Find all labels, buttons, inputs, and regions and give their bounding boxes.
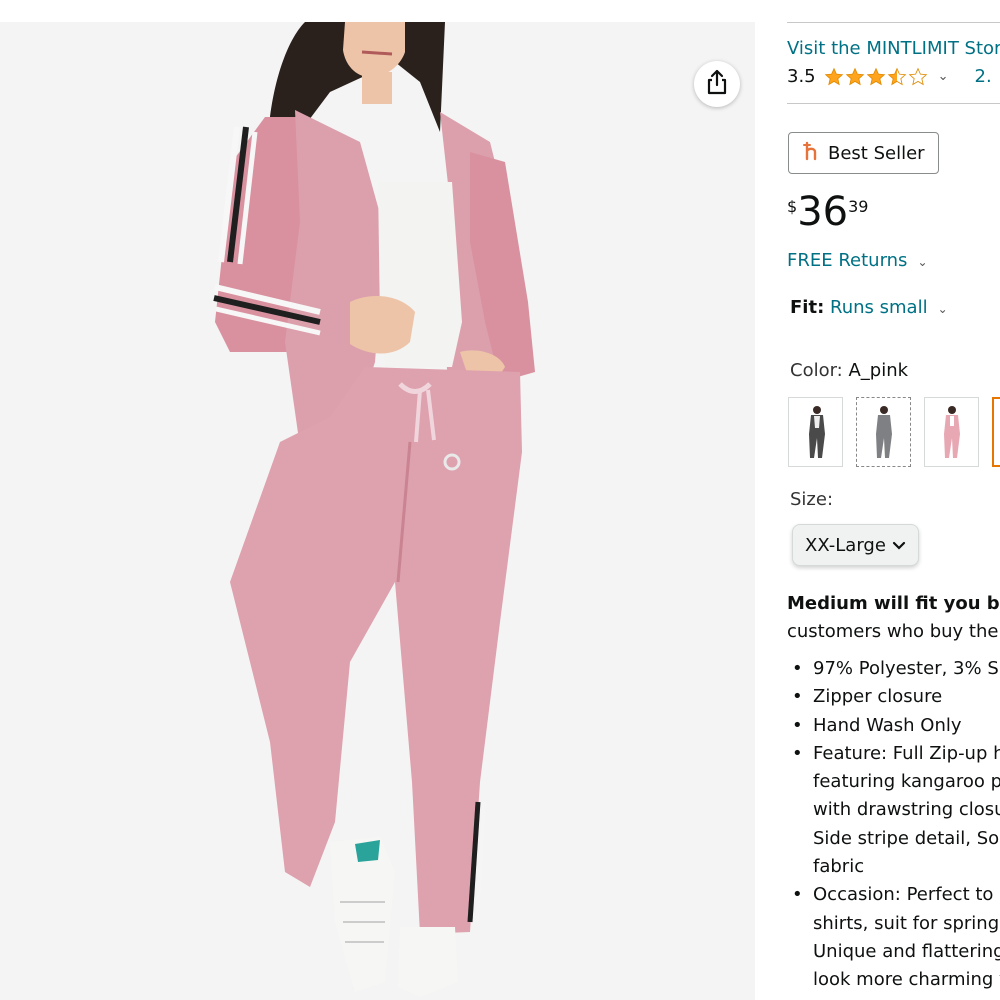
color-value: A_pink — [848, 360, 909, 381]
color-label: Color: — [790, 360, 843, 381]
size-label: Size: — [790, 489, 834, 510]
product-image-panel[interactable] — [0, 22, 755, 1000]
rating-row[interactable]: 3.5 ⌄ 2. — [787, 66, 992, 87]
size-recommendation: Medium will fit you bes customers who bu… — [787, 590, 1000, 646]
product-info-panel: Visit the MINTLIMIT Stor 3.5 ⌄ 2. Best S… — [755, 0, 1000, 1000]
price-whole: 36 — [797, 189, 849, 235]
chevron-down-icon: ⌄ — [937, 302, 948, 316]
color-selection: Color: A_pink — [790, 360, 908, 381]
chevron-down-icon — [892, 535, 906, 556]
price-fraction: 39 — [848, 197, 869, 216]
color-swatch-pink[interactable] — [924, 397, 979, 467]
list-item: Hand Wash Only — [787, 712, 1000, 741]
star-rating[interactable] — [824, 67, 928, 87]
star-full-icon — [866, 67, 885, 85]
star-half-icon — [887, 67, 906, 85]
handy-logo-icon — [802, 141, 820, 166]
divider — [787, 103, 1000, 104]
best-seller-badge[interactable]: Best Seller — [788, 132, 939, 174]
divider — [787, 22, 1000, 23]
rating-value: 3.5 — [787, 66, 816, 87]
color-swatch-selected[interactable] — [992, 397, 1000, 467]
fit-info[interactable]: Fit: Runs small ⌄ — [790, 297, 948, 318]
chevron-down-icon[interactable]: ⌄ — [938, 69, 949, 84]
rating-count-link[interactable]: 2. — [975, 66, 992, 87]
list-item: Zipper closure — [787, 683, 1000, 712]
color-swatch-dark-grey[interactable] — [788, 397, 843, 467]
list-item: Feature: Full Zip-up h featuring kangaro… — [787, 740, 1000, 881]
price-symbol: $ — [787, 197, 798, 216]
product-image[interactable] — [0, 22, 755, 1000]
chevron-down-icon: ⌄ — [917, 255, 928, 269]
star-empty-icon — [908, 67, 927, 85]
store-link[interactable]: Visit the MINTLIMIT Stor — [787, 38, 1000, 59]
free-returns-link[interactable]: FREE Returns ⌄ — [787, 250, 928, 271]
free-returns-label: FREE Returns — [787, 250, 908, 271]
size-selected-value: XX-Large — [805, 534, 886, 556]
star-full-icon — [845, 67, 864, 85]
share-button[interactable] — [694, 61, 740, 107]
price: $ 36 39 — [787, 190, 868, 234]
best-seller-label: Best Seller — [828, 142, 925, 164]
size-dropdown[interactable]: XX-Large — [792, 524, 919, 566]
color-swatches — [788, 397, 1000, 467]
fit-value: Runs small — [830, 297, 928, 318]
star-full-icon — [824, 67, 843, 85]
color-swatch-grey[interactable] — [856, 397, 911, 467]
list-item: 97% Polyester, 3% Sp — [787, 655, 1000, 684]
size-recommendation-bold: Medium will fit you bes — [787, 593, 1000, 614]
share-icon — [705, 69, 729, 99]
size-recommendation-text: customers who buy the — [787, 621, 999, 642]
list-item: Occasion: Perfect to g shirts, suit for … — [787, 881, 1000, 994]
feature-bullets: 97% Polyester, 3% Sp Zipper closure Hand… — [787, 655, 1000, 995]
fit-label: Fit: — [790, 297, 825, 318]
